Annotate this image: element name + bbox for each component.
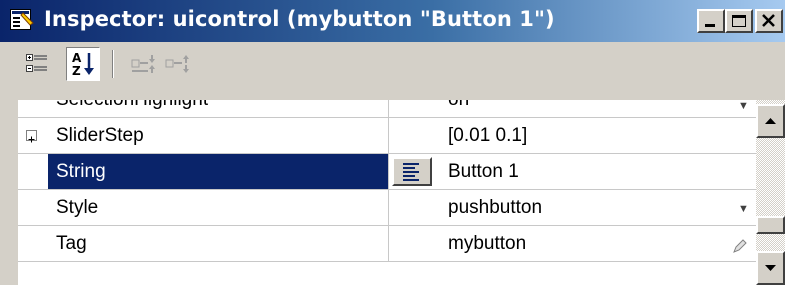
column-divider (388, 118, 389, 153)
inspector-icon (10, 9, 34, 31)
property-row-selectionhighlight[interactable]: SelectionHighlight on ▼ (18, 100, 756, 118)
vertical-scrollbar[interactable] (756, 100, 785, 285)
column-divider (388, 226, 389, 261)
expand-all-button[interactable] (126, 47, 160, 81)
categorized-icon (26, 54, 47, 72)
property-name-cell (48, 190, 388, 225)
property-name: SliderStep (56, 125, 144, 146)
maximize-button[interactable] (725, 9, 753, 33)
property-value[interactable]: pushbutton (448, 197, 542, 219)
arrow-down-icon (765, 265, 776, 271)
property-row-sliderstep[interactable]: SliderStep [0.01 0.1] (18, 118, 756, 154)
scroll-down-button[interactable] (756, 251, 785, 285)
pencil-icon[interactable] (732, 238, 748, 259)
expand-all-icon (131, 55, 155, 73)
collapse-all-icon (165, 55, 189, 73)
dropdown-arrow-icon[interactable]: ▼ (738, 203, 749, 215)
property-value[interactable]: mybutton (448, 233, 526, 255)
minimize-button[interactable] (697, 9, 725, 33)
close-button[interactable] (755, 9, 783, 33)
close-icon (762, 14, 775, 27)
grid-gutter (0, 100, 18, 285)
property-row-string[interactable]: String Button 1 (18, 154, 756, 190)
column-divider (388, 154, 389, 189)
dropdown-arrow-icon[interactable]: ▼ (738, 100, 749, 112)
property-name: String (56, 161, 106, 182)
property-name: SelectionHighlight (56, 100, 208, 111)
inspector-window: Inspector: uicontrol (mybutton "Button 1… (0, 0, 785, 285)
svg-text:A: A (72, 51, 82, 65)
property-row-tag[interactable]: Tag mybutton (18, 226, 756, 262)
maximize-icon (732, 15, 746, 27)
property-value[interactable]: Button 1 (448, 161, 519, 183)
property-name-cell (48, 226, 388, 261)
property-name: Tag (56, 233, 87, 254)
scroll-up-button[interactable] (756, 104, 785, 138)
toolbar: A Z (0, 42, 785, 100)
scroll-thumb[interactable] (756, 216, 785, 234)
property-row-style[interactable]: Style pushbutton ▼ (18, 190, 756, 226)
expand-plus-icon[interactable] (26, 130, 37, 143)
text-edit-icon (403, 163, 419, 181)
arrow-up-icon (765, 118, 776, 124)
alphabetical-view-button[interactable]: A Z (66, 47, 100, 81)
column-divider (388, 190, 389, 225)
minimize-icon (705, 24, 715, 27)
property-value[interactable]: [0.01 0.1] (448, 125, 527, 147)
column-divider (388, 100, 389, 117)
title-bar[interactable]: Inspector: uicontrol (mybutton "Button 1… (0, 0, 785, 42)
text-edit-button[interactable] (392, 157, 432, 186)
toolbar-separator (112, 50, 114, 78)
property-value[interactable]: on (448, 100, 469, 111)
window-title: Inspector: uicontrol (mybutton "Button 1… (44, 7, 555, 31)
collapse-all-button[interactable] (160, 47, 194, 81)
svg-text:Z: Z (72, 64, 81, 78)
property-name: Style (56, 197, 99, 218)
categorized-view-button[interactable] (20, 47, 54, 81)
property-grid: SelectionHighlight on ▼ SliderStep [0.01… (18, 100, 756, 285)
sort-az-icon: A Z (72, 51, 94, 78)
